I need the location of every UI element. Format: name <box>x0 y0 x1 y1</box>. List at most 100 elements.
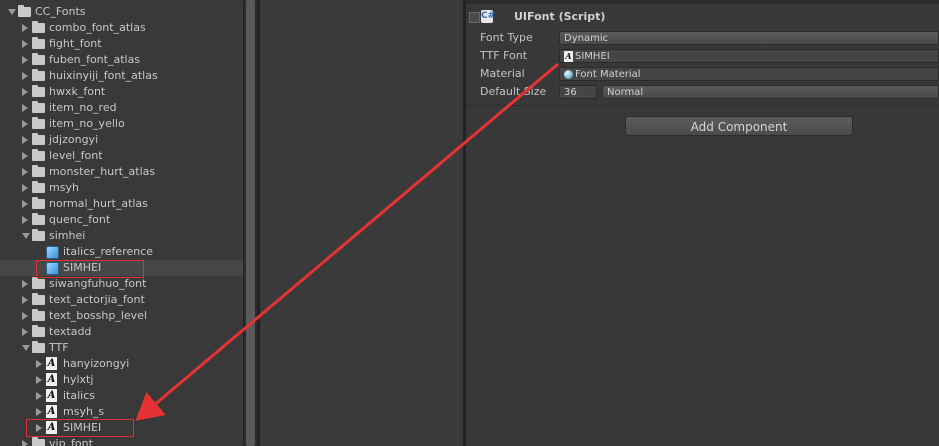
project-folder-row[interactable]: TTF <box>0 340 243 356</box>
project-folder-row[interactable]: simhei <box>0 228 243 244</box>
project-prefab-row[interactable]: italics_reference <box>0 244 243 260</box>
tree-item-label: jdjzongyi <box>49 133 99 146</box>
tree-item-label: TTF <box>49 341 69 354</box>
project-folder-row[interactable]: CC_Fonts <box>0 4 243 20</box>
collapsed-arrow-icon[interactable] <box>22 168 28 176</box>
folder-icon <box>32 37 45 49</box>
collapsed-arrow-icon[interactable] <box>22 88 28 96</box>
project-folder-row[interactable]: normal_hurt_atlas <box>0 196 243 212</box>
project-folder-row[interactable]: jdjzongyi <box>0 132 243 148</box>
material-label: Material <box>480 67 525 80</box>
expanded-arrow-icon[interactable] <box>22 345 30 351</box>
collapsed-arrow-icon[interactable] <box>22 56 28 64</box>
project-folder-row[interactable]: level_font <box>0 148 243 164</box>
collapsed-arrow-icon[interactable] <box>22 152 28 160</box>
tree-item-label: SIMHEI <box>63 261 102 274</box>
collapsed-arrow-icon[interactable] <box>36 360 42 368</box>
collapsed-arrow-icon[interactable] <box>22 328 28 336</box>
tree-item-label: quenc_font <box>49 213 111 226</box>
project-font-row[interactable]: Amsyh_s <box>0 404 243 420</box>
tree-item-label: italics <box>63 389 96 402</box>
project-font-row[interactable]: Ahanyizongyi <box>0 356 243 372</box>
project-folder-row[interactable]: hwxk_font <box>0 84 243 100</box>
project-folder-row[interactable]: msyh <box>0 180 243 196</box>
material-value: Font Material <box>575 69 641 80</box>
project-folder-row[interactable]: text_actorjia_font <box>0 292 243 308</box>
tree-item-label: CC_Fonts <box>35 5 86 18</box>
collapsed-arrow-icon[interactable] <box>22 24 28 32</box>
font-file-icon: A <box>46 357 57 370</box>
project-font-row[interactable]: Aitalics <box>0 388 243 404</box>
collapsed-arrow-icon[interactable] <box>22 216 28 224</box>
collapsed-arrow-icon[interactable] <box>22 120 28 128</box>
project-folder-row[interactable]: textadd <box>0 324 243 340</box>
project-font-row[interactable]: A SIMHEI <box>0 420 243 436</box>
expanded-arrow-icon[interactable] <box>22 233 30 239</box>
font-file-icon: A <box>46 373 57 386</box>
project-folder-row[interactable]: quenc_font <box>0 212 243 228</box>
project-folder-row[interactable]: vip_font <box>0 436 243 446</box>
collapsed-arrow-icon[interactable] <box>22 136 28 144</box>
folder-icon <box>32 149 45 161</box>
material-field[interactable]: Font Material <box>559 67 939 81</box>
font-type-label: Font Type <box>480 31 533 44</box>
ttf-font-field[interactable]: A SIMHEI <box>559 49 939 63</box>
collapsed-arrow-icon[interactable] <box>36 376 42 384</box>
folder-icon <box>32 53 45 65</box>
collapsed-arrow-icon[interactable] <box>22 296 28 304</box>
collapsed-arrow-icon[interactable] <box>22 72 28 80</box>
project-prefab-row[interactable]: SIMHEI <box>0 260 243 276</box>
folder-icon <box>32 277 45 289</box>
font-type-dropdown[interactable]: Dynamic <box>559 31 939 45</box>
project-folder-row[interactable]: text_bosshp_level <box>0 308 243 324</box>
collapsed-arrow-icon[interactable] <box>22 184 28 192</box>
component-header[interactable]: C# UIFont (Script) <box>466 8 939 28</box>
project-folder-row[interactable]: combo_font_atlas <box>0 20 243 36</box>
collapsed-arrow-icon[interactable] <box>36 408 42 416</box>
font-file-icon: A <box>46 389 57 402</box>
collapsed-arrow-icon[interactable] <box>22 200 28 208</box>
tree-item-label: normal_hurt_atlas <box>49 197 148 210</box>
project-folder-row[interactable]: huixinyiji_font_atlas <box>0 68 243 84</box>
project-folder-row[interactable]: item_no_red <box>0 100 243 116</box>
script-icon: C# <box>481 10 496 23</box>
default-size-input[interactable]: 36 <box>559 85 597 99</box>
folder-icon <box>32 21 45 33</box>
project-folder-row[interactable]: siwangfuhuo_font <box>0 276 243 292</box>
project-folder-row[interactable]: monster_hurt_atlas <box>0 164 243 180</box>
collapsed-arrow-icon[interactable] <box>36 392 42 400</box>
project-scrollbar[interactable] <box>243 0 258 446</box>
inspector-top-strip <box>466 0 939 4</box>
tree-item-label: huixinyiji_font_atlas <box>49 69 158 82</box>
collapsed-arrow-icon[interactable] <box>22 280 28 288</box>
folder-icon <box>32 165 45 177</box>
folder-icon <box>32 325 45 337</box>
project-folder-row[interactable]: item_no_yello <box>0 116 243 132</box>
collapsed-arrow-icon[interactable] <box>22 440 28 446</box>
collapsed-arrow-icon[interactable] <box>22 40 28 48</box>
font-file-icon: A <box>46 405 57 418</box>
tree-item-label: level_font <box>49 149 103 162</box>
tree-item-label: simhei <box>49 229 86 242</box>
project-font-row[interactable]: Ahylxtj <box>0 372 243 388</box>
font-style-dropdown[interactable]: Normal <box>602 85 939 99</box>
collapsed-arrow-icon[interactable] <box>22 104 28 112</box>
collapsed-arrow-icon[interactable] <box>36 424 42 432</box>
folder-icon <box>18 5 31 17</box>
tree-item-label: SIMHEI <box>63 421 102 434</box>
tree-item-label: fuben_font_atlas <box>49 53 141 66</box>
folder-icon <box>32 85 45 97</box>
material-sphere-icon <box>564 69 573 79</box>
tree-item-label: hanyizongyi <box>63 357 130 370</box>
scrollbar-thumb[interactable] <box>246 0 255 446</box>
expanded-arrow-icon[interactable] <box>8 9 16 15</box>
project-folder-row[interactable]: fight_font <box>0 36 243 52</box>
folder-icon <box>32 101 45 113</box>
collapsed-arrow-icon[interactable] <box>22 312 28 320</box>
project-folder-row[interactable]: fuben_font_atlas <box>0 52 243 68</box>
ttf-font-value: SIMHEI <box>575 51 610 62</box>
tree-item-label: vip_font <box>49 437 93 446</box>
add-component-button[interactable]: Add Component <box>625 116 853 136</box>
project-panel: CC_Fonts combo_font_atlas fight_font fuben_… <box>0 0 243 446</box>
component-foldout-icon[interactable] <box>469 12 480 23</box>
